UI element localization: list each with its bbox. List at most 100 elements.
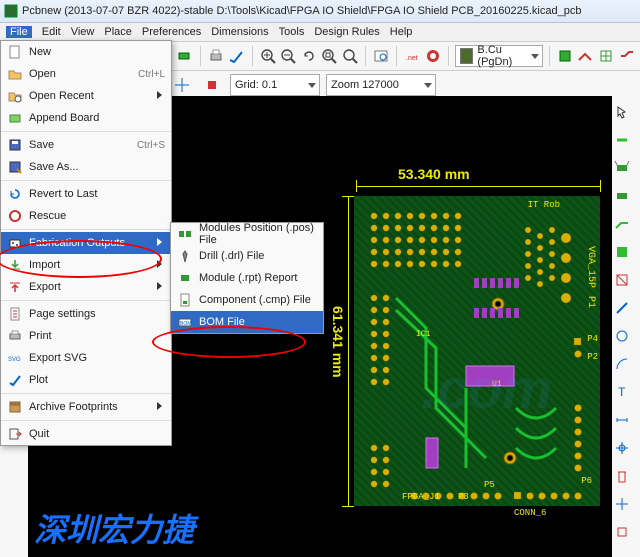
menu-item-page-settings[interactable]: Page settings xyxy=(1,303,171,325)
dimension-width: 53.340 mm xyxy=(398,166,470,182)
import-icon xyxy=(7,257,23,273)
menu-item-new[interactable]: New xyxy=(1,41,171,63)
menu-item-import[interactable]: Import xyxy=(1,254,171,276)
menu-file[interactable]: File xyxy=(6,26,32,38)
add-text-icon[interactable]: T xyxy=(610,380,634,404)
menu-item-save-as[interactable]: Save As... xyxy=(1,156,171,178)
menu-item-append[interactable]: Append Board xyxy=(1,107,171,129)
find-icon[interactable] xyxy=(372,44,391,68)
revert-icon xyxy=(7,186,23,202)
mode-track-icon[interactable] xyxy=(576,44,595,68)
zoom-fit-icon[interactable] xyxy=(320,44,339,68)
menu-help[interactable]: Help xyxy=(390,26,413,38)
window-title: Pcbnew (2013-07-07 BZR 4022)-stable D:\T… xyxy=(22,5,581,17)
grid-select[interactable]: Grid: 0.1 xyxy=(230,74,320,96)
highlight-icon[interactable] xyxy=(610,128,634,152)
menu-item-save[interactable]: SaveCtrl+S xyxy=(1,134,171,156)
menu-item-open-recent[interactable]: Open Recent xyxy=(1,85,171,107)
plot-icon[interactable] xyxy=(227,44,246,68)
menu-item-plot[interactable]: Plot xyxy=(1,369,171,391)
cursor-crosshair-icon[interactable] xyxy=(170,73,194,97)
menu-view[interactable]: View xyxy=(71,26,95,38)
cmp-icon xyxy=(177,292,193,308)
chevron-right-icon xyxy=(157,259,165,271)
print-menu-icon xyxy=(7,328,23,344)
add-keepout-icon[interactable] xyxy=(610,268,634,292)
bom-icon: BOM xyxy=(177,314,193,330)
menu-item-archive[interactable]: Archive Footprints xyxy=(1,396,171,418)
menu-place[interactable]: Place xyxy=(104,26,132,38)
delete-icon[interactable] xyxy=(610,464,634,488)
layer-select[interactable]: B.Cu (PgDn) xyxy=(455,45,543,67)
menu-item-export-svg[interactable]: SVGExport SVG xyxy=(1,347,171,369)
menu-design-rules[interactable]: Design Rules xyxy=(314,26,379,38)
open-recent-icon xyxy=(7,88,23,104)
menu-item-open[interactable]: OpenCtrl+L xyxy=(1,63,171,85)
module-ratsnest-icon[interactable] xyxy=(610,156,634,180)
titlebar: Pcbnew (2013-07-07 BZR 4022)-stable D:\T… xyxy=(0,0,640,23)
add-zone-icon[interactable] xyxy=(610,240,634,264)
dimension-height: 61.341 mm xyxy=(330,306,346,378)
export-icon xyxy=(7,279,23,295)
add-module-icon[interactable] xyxy=(610,184,634,208)
menu-tools[interactable]: Tools xyxy=(279,26,305,38)
mode-footprint-icon[interactable] xyxy=(556,44,575,68)
drill-icon xyxy=(177,248,193,264)
zoom-auto-icon[interactable] xyxy=(341,44,360,68)
zoom-in-icon[interactable] xyxy=(258,44,277,68)
svg-text:.net: .net xyxy=(406,55,418,62)
save-as-icon xyxy=(7,159,23,175)
menu-item-quit[interactable]: Quit xyxy=(1,423,171,445)
svg-text:T: T xyxy=(618,385,626,399)
svg-text:SVG: SVG xyxy=(8,357,21,363)
menu-item-print[interactable]: Print xyxy=(1,325,171,347)
module-icon[interactable] xyxy=(175,44,194,68)
add-track-icon[interactable] xyxy=(610,212,634,236)
new-icon xyxy=(7,44,23,60)
page-settings-icon xyxy=(7,306,23,322)
grid-origin-icon[interactable] xyxy=(610,520,634,544)
submenu-bom[interactable]: BOMBOM File xyxy=(171,311,323,333)
zoom-label: Zoom 127000 xyxy=(331,79,399,91)
fabrication-icon xyxy=(7,235,23,251)
submenu-component-cmp[interactable]: Component (.cmp) File xyxy=(171,289,323,311)
menu-item-fabrication-outputs[interactable]: Fabrication Outputs xyxy=(1,232,171,254)
menu-preferences[interactable]: Preferences xyxy=(142,26,201,38)
file-menu: New OpenCtrl+L Open Recent Append Board … xyxy=(0,40,172,446)
print-icon[interactable] xyxy=(206,44,225,68)
add-circle-icon[interactable] xyxy=(610,324,634,348)
silk-p5: P5 xyxy=(484,480,495,490)
menu-item-revert[interactable]: Revert to Last xyxy=(1,183,171,205)
menu-item-export[interactable]: Export xyxy=(1,276,171,298)
silk-p2: P2 xyxy=(587,352,598,362)
arrow-icon[interactable] xyxy=(610,100,634,124)
refresh-icon[interactable] xyxy=(299,44,318,68)
app-icon xyxy=(4,4,18,18)
save-icon xyxy=(7,137,23,153)
menu-edit[interactable]: Edit xyxy=(42,26,61,38)
chevron-right-icon xyxy=(157,237,165,249)
tool-router-icon[interactable] xyxy=(617,44,636,68)
tool-via-icon[interactable] xyxy=(200,73,224,97)
submenu-module-rpt[interactable]: Module (.rpt) Report xyxy=(171,267,323,289)
rescue-icon xyxy=(7,208,23,224)
menu-dimensions[interactable]: Dimensions xyxy=(211,26,268,38)
tool-grid-icon[interactable] xyxy=(597,44,616,68)
add-line-icon[interactable] xyxy=(610,296,634,320)
add-target-icon[interactable] xyxy=(610,436,634,460)
add-arc-icon[interactable] xyxy=(610,352,634,376)
submenu-drill[interactable]: Drill (.drl) File xyxy=(171,245,323,267)
zoom-out-icon[interactable] xyxy=(279,44,298,68)
silk-p4: P4 xyxy=(587,334,598,344)
menu-item-rescue[interactable]: Rescue xyxy=(1,205,171,227)
submenu-modules-pos[interactable]: Modules Position (.pos) File xyxy=(171,223,323,245)
offset-icon[interactable] xyxy=(610,492,634,516)
silk-vga: VGA_15P xyxy=(585,246,596,288)
zoom-select[interactable]: Zoom 127000 xyxy=(326,74,436,96)
add-dimension-icon[interactable] xyxy=(610,408,634,432)
drc-icon[interactable] xyxy=(424,44,443,68)
layer-label: B.Cu (PgDn) xyxy=(477,44,527,68)
netlist-icon[interactable]: .net xyxy=(403,44,422,68)
archive-icon xyxy=(7,399,23,415)
chevron-right-icon xyxy=(157,401,165,413)
